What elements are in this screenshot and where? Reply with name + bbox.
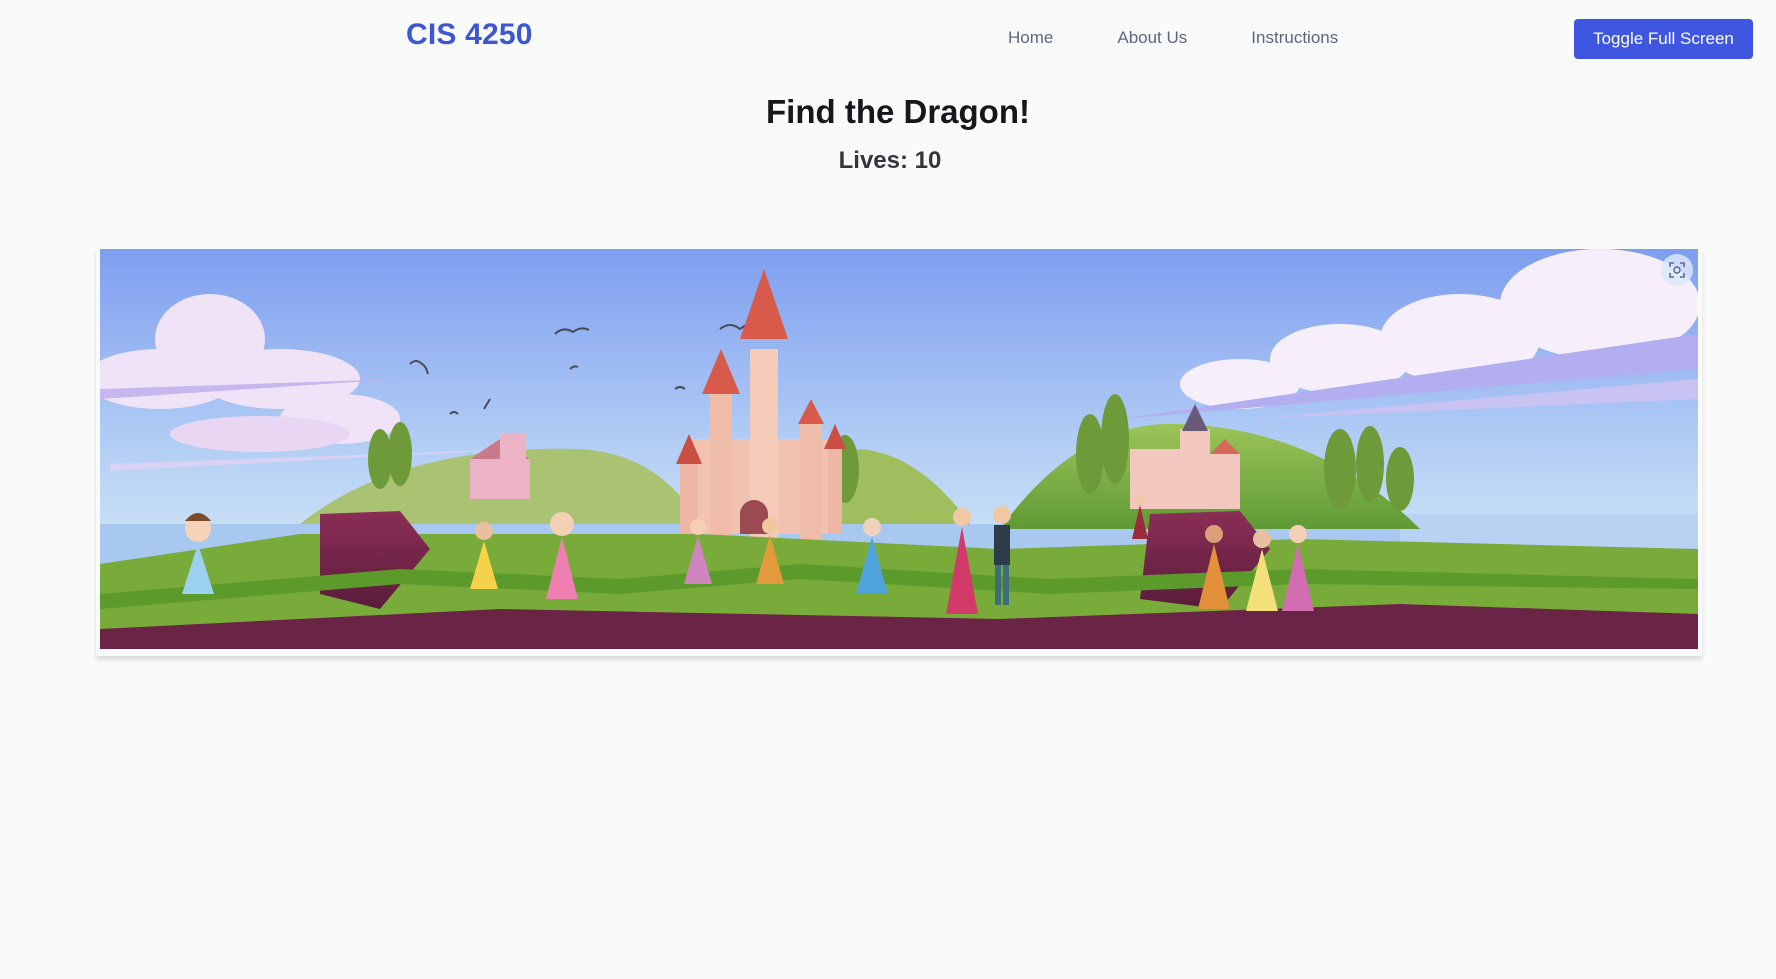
navbar: CIS 4250 Home About Us Instructions Togg…: [0, 0, 1776, 78]
page-title: Find the Dragon!: [766, 93, 1030, 130]
nav-home-link[interactable]: Home: [1008, 28, 1053, 48]
nav-about-link[interactable]: About Us: [1117, 28, 1187, 48]
brand-link[interactable]: CIS 4250: [406, 18, 533, 52]
toggle-fullscreen-button[interactable]: Toggle Full Screen: [1574, 19, 1753, 59]
nav-links: Home About Us Instructions: [1008, 28, 1402, 48]
focus-frame-icon: [1669, 262, 1685, 278]
screenshot-focus-icon[interactable]: [1661, 254, 1693, 286]
nav-instructions-link[interactable]: Instructions: [1251, 28, 1338, 48]
scene-illustration: [100, 249, 1698, 649]
lives-counter: Lives: 10: [838, 147, 942, 174]
game-scene-frame: [96, 249, 1702, 656]
game-scene[interactable]: [100, 249, 1698, 649]
